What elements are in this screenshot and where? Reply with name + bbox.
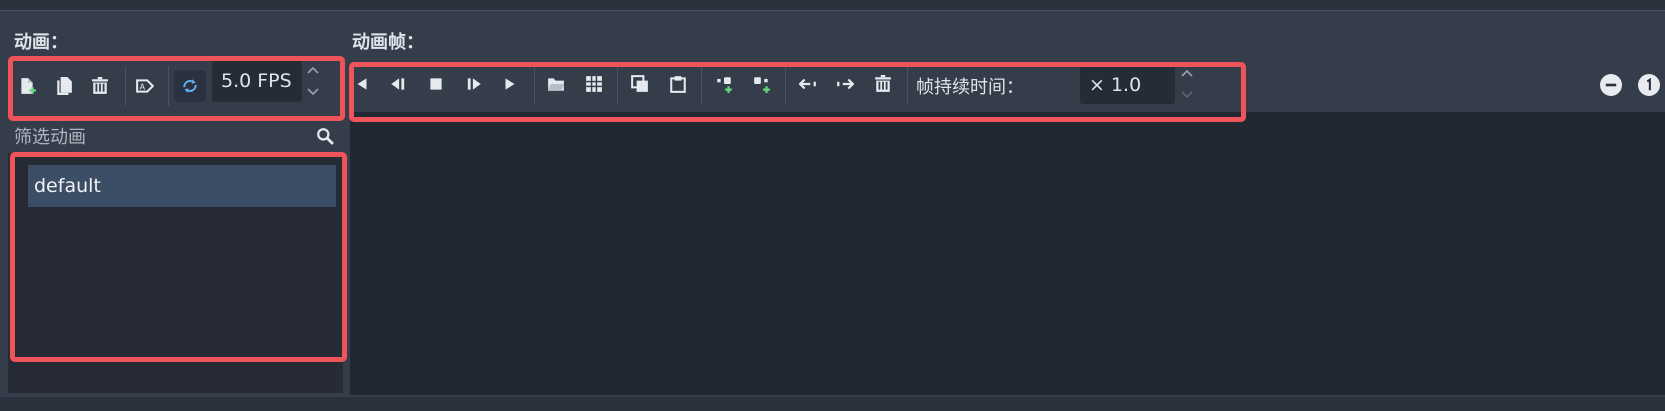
stop-icon	[430, 78, 442, 90]
delete-animation-button[interactable]	[84, 70, 116, 102]
filter-animations-input[interactable]	[14, 122, 314, 152]
frame-duration-label: 帧持续时间：	[916, 77, 1024, 98]
toolbar-separator	[907, 64, 908, 104]
zoom-out-icon	[1605, 83, 1617, 87]
insert-frame-before-button[interactable]	[708, 68, 740, 100]
copy-icon	[631, 75, 648, 92]
autoplay-icon: A	[136, 79, 154, 93]
animation-toolbar: A 5.0 FPS	[8, 60, 342, 118]
loop-toggle[interactable]	[174, 70, 206, 102]
copy-frame-button[interactable]	[624, 68, 656, 100]
toolbar-separator	[168, 66, 169, 106]
grid-icon	[586, 76, 602, 92]
toolbar-separator	[617, 64, 618, 104]
duplicate-animation-button[interactable]	[48, 70, 80, 102]
insert-after-icon	[754, 77, 770, 93]
toolbar-separator	[125, 66, 126, 106]
fps-spinner	[304, 63, 322, 99]
chevron-down-icon[interactable]	[1180, 87, 1194, 101]
zoom-reset-icon	[1646, 78, 1651, 91]
new-animation-icon	[21, 78, 36, 94]
delete-frame-icon	[875, 75, 891, 92]
frames-toolbar: 帧持续时间： × 1.0	[352, 62, 1664, 117]
move-frame-right-button[interactable]	[829, 68, 861, 100]
loop-icon	[183, 79, 197, 93]
delete-frame-button[interactable]	[867, 68, 899, 100]
paste-icon	[670, 76, 686, 93]
folder-open-icon	[548, 78, 564, 91]
insert-frame-after-button[interactable]	[746, 68, 778, 100]
animation-filter	[14, 122, 340, 152]
chevron-down-icon[interactable]	[306, 84, 320, 98]
zoom-reset-button[interactable]	[1638, 74, 1660, 96]
animation-list: default	[8, 153, 343, 393]
toolbar-separator	[534, 64, 535, 104]
frames-title: 动画帧：	[352, 32, 424, 53]
play-backwards-step-icon	[391, 78, 405, 90]
play-backwards-from-end-button[interactable]	[346, 68, 378, 100]
frame-duration-field[interactable]: × 1.0	[1080, 66, 1175, 104]
play-icon	[505, 78, 515, 90]
insert-before-icon	[717, 77, 732, 93]
animation-item-default[interactable]: default	[28, 165, 336, 207]
animations-title: 动画：	[14, 32, 68, 53]
play-button[interactable]	[494, 68, 526, 100]
frames-list[interactable]	[350, 112, 1665, 395]
load-frames-button[interactable]	[540, 68, 572, 100]
svg-text:A: A	[140, 82, 146, 91]
paste-frame-button[interactable]	[662, 68, 694, 100]
load-from-sprite-sheet-button[interactable]	[578, 68, 610, 100]
autoplay-button[interactable]: A	[129, 70, 161, 102]
play-step-icon	[467, 78, 481, 90]
play-from-start-button[interactable]	[458, 68, 490, 100]
duplicate-animation-icon	[57, 77, 72, 95]
play-backwards-button[interactable]	[382, 68, 414, 100]
zoom-out-button[interactable]	[1600, 74, 1622, 96]
top-strip	[0, 0, 1665, 11]
stop-button[interactable]	[420, 68, 452, 100]
new-animation-button[interactable]	[11, 70, 43, 102]
delete-animation-icon	[92, 77, 108, 94]
bottom-bar	[0, 397, 1665, 411]
toolbar-separator	[785, 64, 786, 104]
fps-field[interactable]: 5.0 FPS	[212, 60, 302, 102]
arrow-right-icon	[837, 78, 854, 90]
search-icon	[317, 128, 334, 145]
toolbar-separator	[701, 64, 702, 104]
arrow-left-icon	[799, 78, 816, 90]
chevron-up-icon[interactable]	[306, 64, 320, 78]
frame-duration-spinner	[1178, 66, 1196, 102]
play-backwards-icon	[357, 78, 367, 90]
chevron-up-icon[interactable]	[1180, 67, 1194, 81]
move-frame-left-button[interactable]	[792, 68, 824, 100]
